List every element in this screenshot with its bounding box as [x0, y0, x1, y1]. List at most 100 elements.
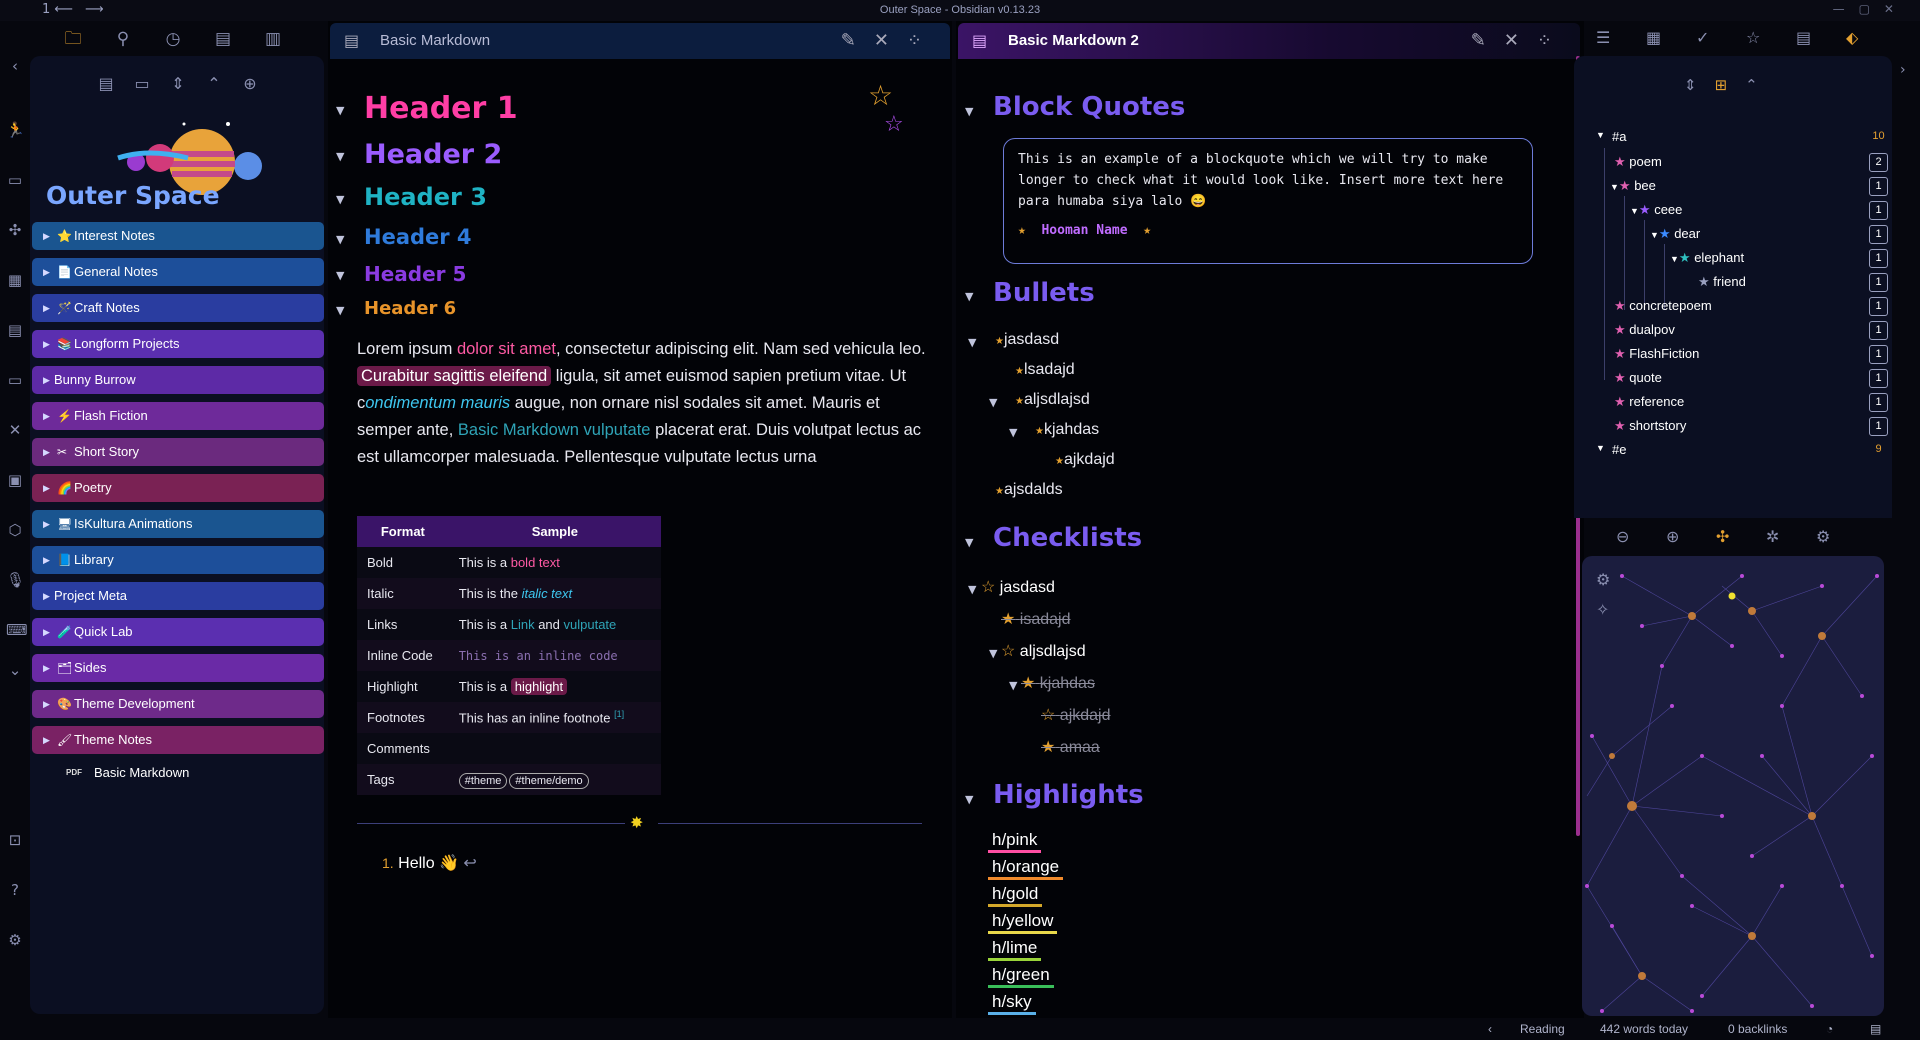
sort-icon[interactable]: ⇕ — [1684, 76, 1715, 94]
layout-icon[interactable]: ▤ — [1870, 1022, 1881, 1036]
collapse-arrow-icon[interactable]: ▶ — [43, 582, 50, 610]
folder-short-story[interactable]: ▶ ✂ Short Story — [32, 438, 324, 466]
fold-arrow-icon[interactable]: ▼ — [968, 336, 976, 349]
unchecked-star-icon[interactable]: ☆ — [1041, 707, 1055, 724]
fold-arrow-icon[interactable]: ▼ — [1596, 443, 1605, 453]
search-icon[interactable]: ⚲ — [110, 26, 136, 52]
tag-group[interactable]: ▼ #e 9 — [1574, 439, 1892, 463]
collapse-sidebar-icon[interactable]: ‹ — [6, 57, 24, 75]
tag-item[interactable]: ★ FlashFiction 1 — [1574, 343, 1892, 367]
file-explorer-icon[interactable]: 🗀 — [60, 26, 86, 52]
folder-iskultura-animations[interactable]: ▶ 🖥 IsKultura Animations — [32, 510, 324, 538]
new-note-icon[interactable]: ▤ — [95, 74, 117, 93]
fold-arrow-icon[interactable]: ▼ — [336, 304, 344, 317]
window-controls[interactable]: —▢✕ — [1833, 2, 1908, 16]
sort-icon[interactable]: ⇕ — [167, 74, 189, 93]
outline-icon[interactable]: ☰ — [1596, 28, 1610, 47]
help-icon[interactable]: ? — [6, 881, 24, 899]
checked-star-icon[interactable]: ★ — [1041, 739, 1055, 756]
tag-item[interactable]: ★ friend 1 — [1574, 271, 1892, 295]
chevron-down-icon[interactable]: ⌄ — [6, 661, 24, 679]
tag-item[interactable]: ▼★ elephant 1 — [1574, 247, 1892, 271]
tag-item[interactable]: ★ dualpov 1 — [1574, 319, 1892, 343]
new-folder-icon[interactable]: ▭ — [131, 74, 153, 93]
folder-quick-lab[interactable]: ▶ 🧪 Quick Lab — [32, 618, 324, 646]
edit-icon[interactable]: ✎ — [841, 30, 874, 51]
collapse-arrow-icon[interactable]: ▶ — [43, 618, 50, 646]
fold-arrow-icon[interactable]: ▼ — [1670, 254, 1679, 264]
pane-1-title[interactable]: Basic Markdown — [380, 32, 490, 49]
runner-icon[interactable]: 🏃 — [6, 121, 25, 139]
collapse-arrow-icon[interactable]: ▶ — [43, 402, 50, 430]
page-icon[interactable]: ▤ — [210, 26, 236, 52]
folder-bunny-burrow[interactable]: ▶ Bunny Burrow — [32, 366, 324, 394]
fold-arrow-icon[interactable]: ▼ — [968, 583, 976, 596]
vault-icon[interactable]: ⊡ — [6, 831, 24, 849]
pane-2-title[interactable]: Basic Markdown 2 — [1008, 32, 1139, 49]
chevron-left-icon[interactable]: ‹ — [1488, 1022, 1492, 1036]
collapse-arrow-icon[interactable]: ▶ — [43, 654, 50, 682]
graph-icon[interactable]: ✣ — [6, 221, 24, 239]
unchecked-star-icon[interactable]: ☆ — [981, 579, 995, 596]
folder-interest-notes[interactable]: ▶ ⭐ Interest Notes — [32, 222, 324, 250]
graph-icon[interactable]: ✣ — [1716, 527, 1729, 546]
tag-item[interactable]: ▼★ ceee 1 — [1574, 199, 1892, 223]
file-basic-markdown[interactable]: PDF Basic Markdown — [32, 762, 324, 784]
fold-arrow-icon[interactable]: ▼ — [989, 647, 997, 660]
collapse-right-sidebar-icon[interactable]: › — [1900, 62, 1906, 78]
folder-flash-fiction[interactable]: ▶ ⚡ Flash Fiction — [32, 402, 324, 430]
settings-icon[interactable]: ⚙ — [1816, 527, 1830, 546]
close-icon[interactable]: ✕ — [874, 30, 907, 51]
calendar-icon[interactable]: ▤ — [6, 321, 24, 339]
hierarchy-icon[interactable]: ⊞ — [1715, 76, 1746, 94]
collapse-arrow-icon[interactable]: ▶ — [43, 690, 50, 718]
tag-icon[interactable]: ⬖ — [1846, 28, 1858, 47]
fold-arrow-icon[interactable]: ▼ — [965, 105, 973, 118]
collapse-icon[interactable]: ⌃ — [1745, 76, 1776, 94]
tag-item[interactable]: ★ reference 1 — [1574, 391, 1892, 415]
tag-item[interactable]: ★ quote 1 — [1574, 367, 1892, 391]
collapse-arrow-icon[interactable]: ▶ — [43, 222, 50, 250]
link[interactable]: vulputate — [564, 617, 617, 632]
fold-arrow-icon[interactable]: ▼ — [965, 290, 973, 303]
settings-icon[interactable]: ⚙ — [6, 931, 24, 949]
bell-icon[interactable]: ◔ — [1826, 1022, 1833, 1036]
tools-icon[interactable]: ✕ — [6, 421, 24, 439]
tag-pill[interactable]: #theme — [458, 773, 508, 789]
collapse-arrow-icon[interactable]: ▶ — [43, 294, 50, 322]
collapse-arrow-icon[interactable]: ▶ — [43, 726, 50, 754]
mic-icon[interactable]: 🎙 — [6, 571, 25, 589]
slides-icon[interactable]: ▭ — [6, 171, 24, 189]
close-icon[interactable]: ✕ — [1504, 30, 1537, 51]
fold-arrow-icon[interactable]: ▼ — [1610, 182, 1619, 192]
collapse-arrow-icon[interactable]: ▶ — [43, 330, 50, 358]
fold-arrow-icon[interactable]: ▼ — [989, 396, 997, 409]
fold-arrow-icon[interactable]: ▼ — [336, 104, 344, 117]
checked-star-icon[interactable]: ★ — [1021, 675, 1035, 692]
fold-arrow-icon[interactable]: ▼ — [1009, 679, 1017, 692]
star-icon[interactable]: ☆ — [1746, 28, 1760, 47]
collapse-arrow-icon[interactable]: ▶ — [43, 474, 50, 502]
edit-icon[interactable]: ✎ — [1471, 30, 1504, 51]
more-icon[interactable]: ⁘ — [1537, 30, 1570, 51]
fold-arrow-icon[interactable]: ▼ — [1009, 426, 1017, 439]
back-icon[interactable]: ⊖ — [1616, 527, 1629, 546]
mode-indicator[interactable]: Reading — [1520, 1022, 1565, 1036]
collapse-arrow-icon[interactable]: ▶ — [43, 546, 50, 574]
locate-icon[interactable]: ⊕ — [239, 74, 261, 93]
folder-project-meta[interactable]: ▶ Project Meta — [32, 582, 324, 610]
recent-icon[interactable]: ◷ — [160, 26, 186, 52]
archive-icon[interactable]: ▣ — [6, 471, 24, 489]
tag-item[interactable]: ▼★ dear 1 — [1574, 223, 1892, 247]
collapse-arrow-icon[interactable]: ▶ — [43, 510, 50, 538]
folder-general-notes[interactable]: ▶ 📄 General Notes — [32, 258, 324, 286]
unchecked-star-icon[interactable]: ☆ — [1001, 643, 1015, 660]
tag-item[interactable]: ★ concretepoem 1 — [1574, 295, 1892, 319]
tag-item[interactable]: ★ shortstory 1 — [1574, 415, 1892, 439]
fold-arrow-icon[interactable]: ▼ — [1596, 130, 1605, 140]
more-icon[interactable]: ⁘ — [907, 30, 940, 51]
tag-pill[interactable]: #theme/demo — [509, 773, 589, 789]
tag-item[interactable]: ▼★ bee 1 — [1574, 175, 1892, 199]
footnote-ref[interactable]: [1] — [614, 709, 624, 719]
fold-arrow-icon[interactable]: ▼ — [336, 233, 344, 246]
